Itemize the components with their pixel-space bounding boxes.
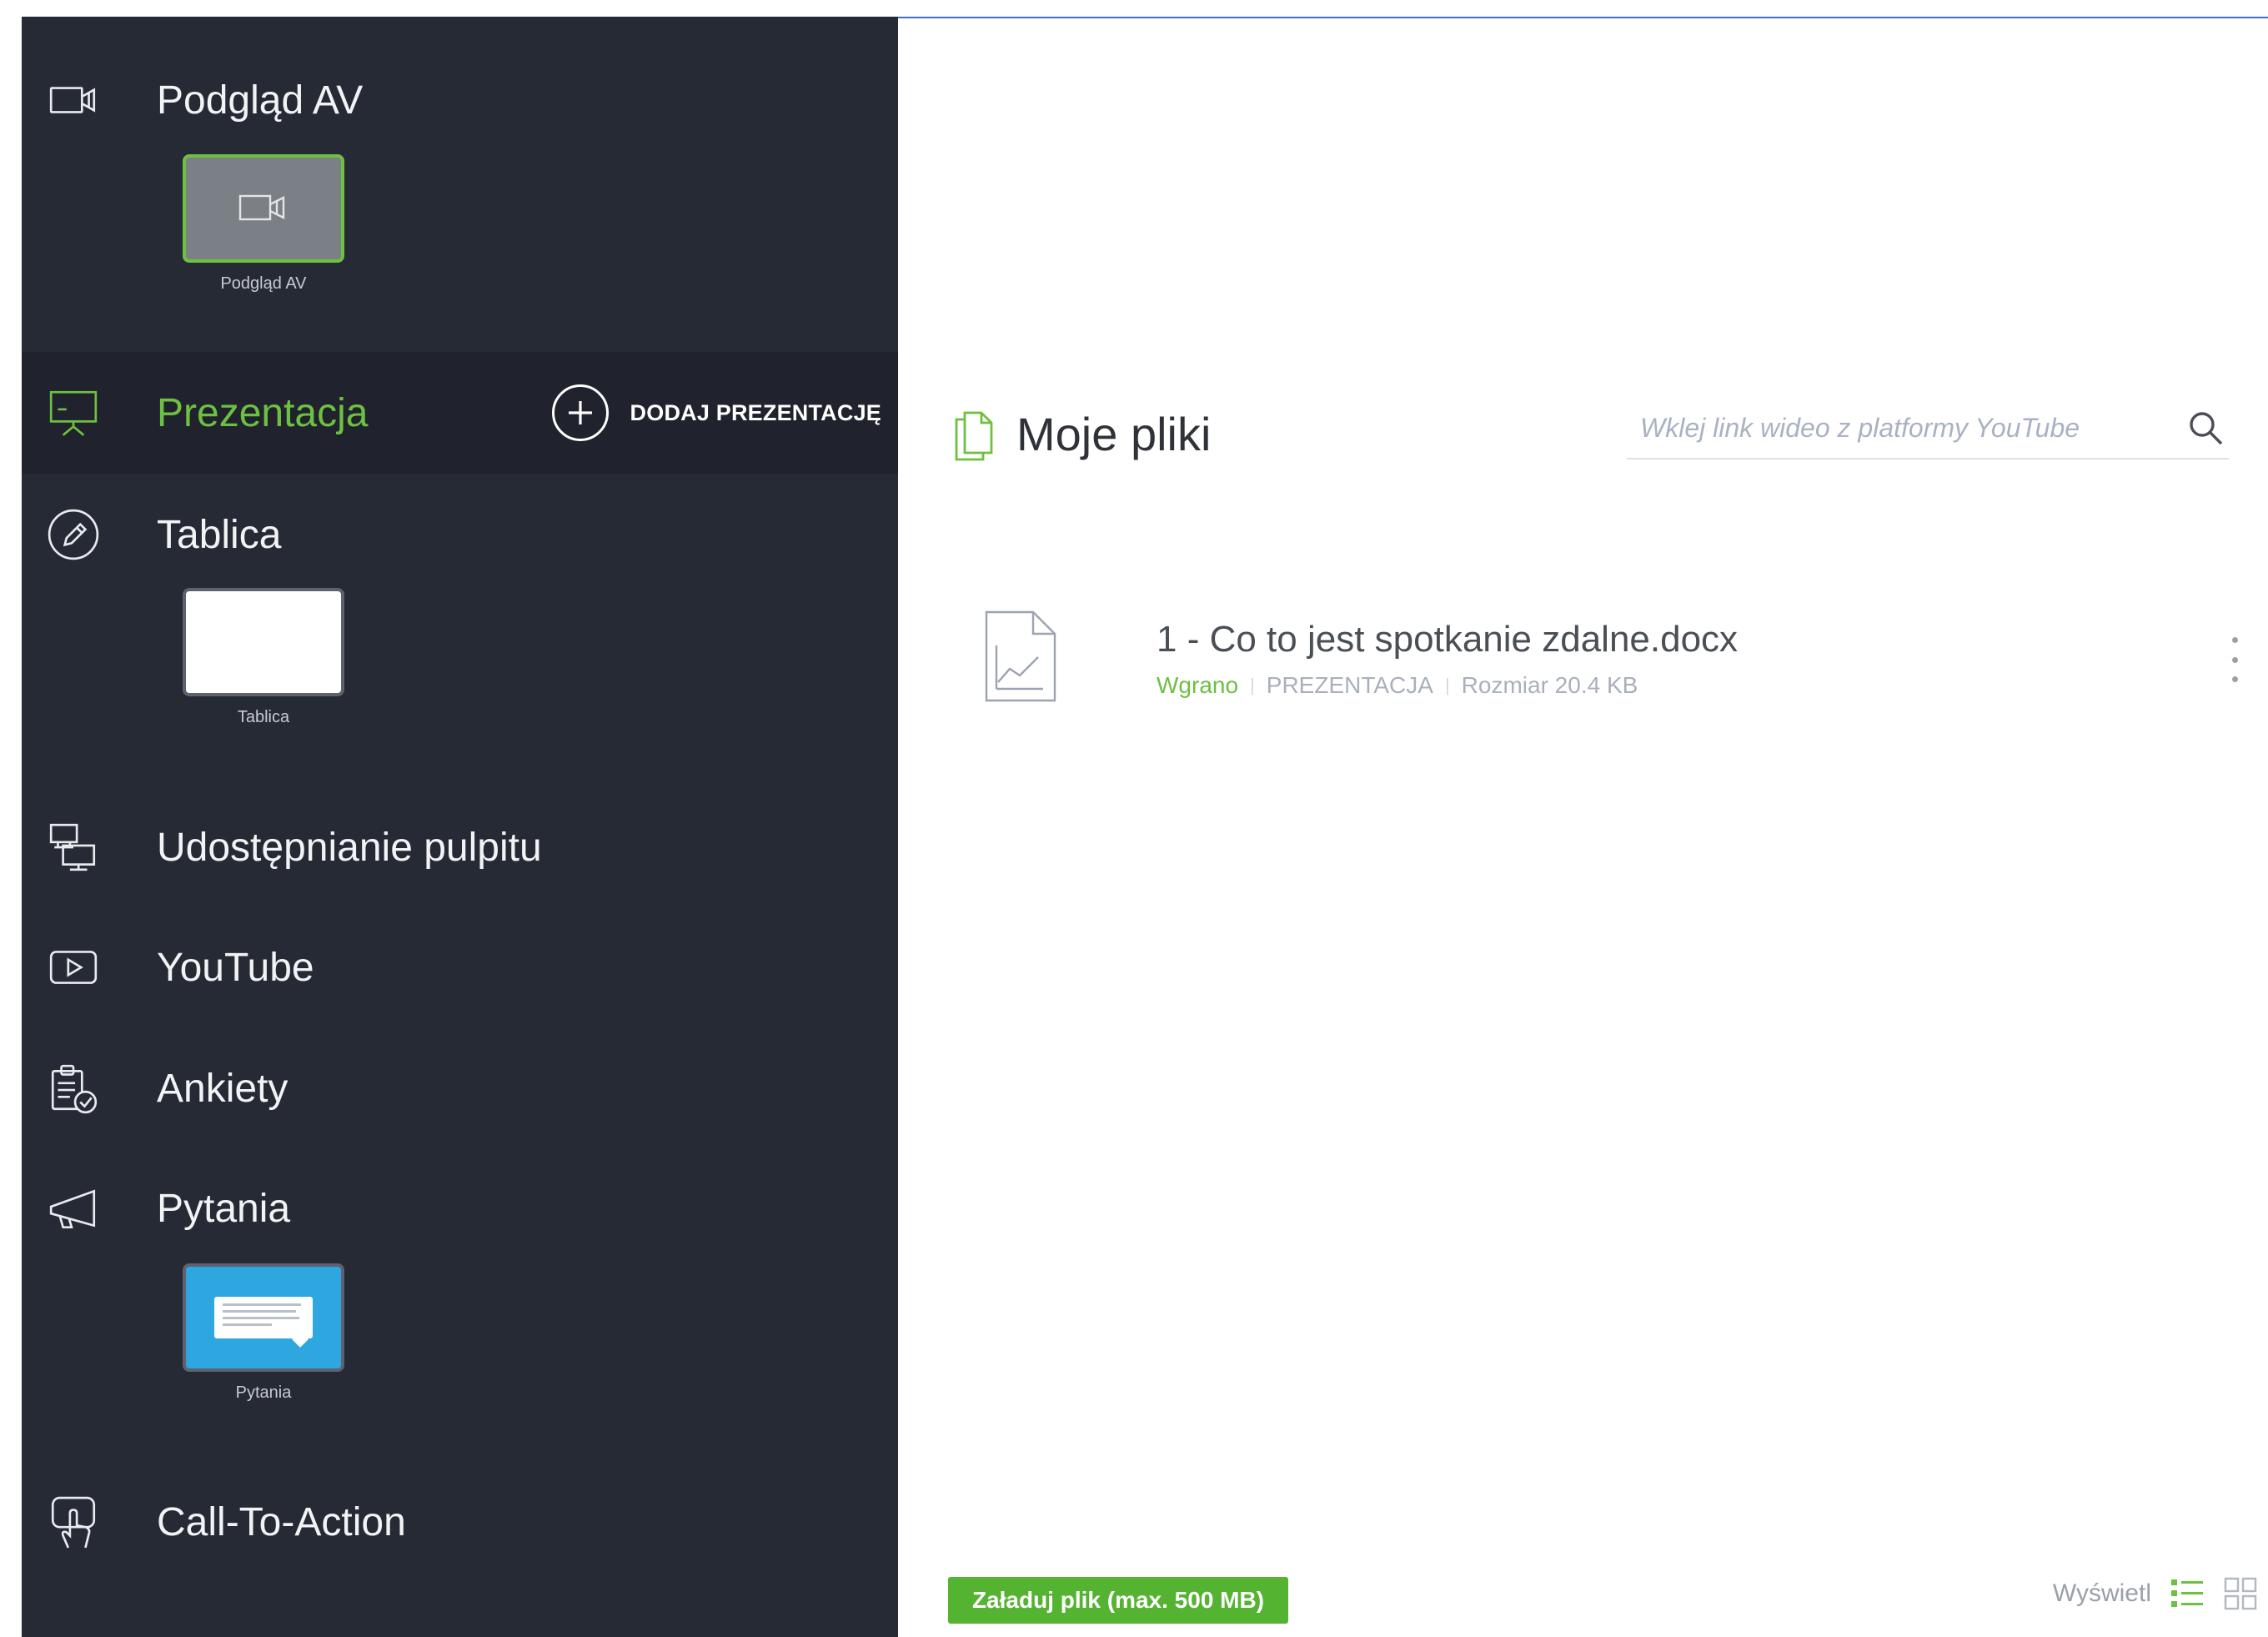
sidebar-item-youtube[interactable]: YouTube [22,906,898,1028]
add-presentation-button[interactable]: DODAJ PREZENTACJĘ [551,384,881,441]
sidebar-item-polls[interactable]: Ankiety [22,1027,898,1149]
view-switcher: Wyświetl [2053,1576,2258,1611]
search-icon[interactable] [2182,404,2229,451]
av-preview-thumbnail[interactable] [183,154,344,263]
sidebar-item-presentation[interactable]: Prezentacja DODAJ PREZENTACJĘ [22,352,898,474]
files-header: Moje pliki [951,406,1211,461]
upload-status: Wgrano [1157,672,1239,698]
thumbnail-label: Podgląd AV [220,274,307,293]
sidebar-item-label: Prezentacja [157,390,369,435]
whiteboard-thumbnail-wrap: Tablica [162,588,365,727]
sidebar-item-label: Tablica [157,512,282,557]
play-icon [45,939,102,996]
sidebar: Podgląd AV Podgląd AV Prezentacja DODAJ … [22,17,898,1637]
sidebar-item-label: Pytania [157,1186,291,1231]
sidebar-item-label: YouTube [157,945,314,990]
sidebar-item-screen-share[interactable]: Udostępnianie pulpitu [22,786,898,908]
list-view-icon[interactable] [2170,1576,2205,1611]
file-list-item[interactable]: 1 - Co to jest spotkanie zdalne.docx Wgr… [951,585,2238,719]
meta-separator: | [1444,675,1450,695]
plus-circle-icon [551,384,609,441]
file-name[interactable]: 1 - Co to jest spotkanie zdalne.docx [1157,619,1738,660]
sidebar-item-label: Podgląd AV [157,78,364,123]
chart-file-icon [985,610,1056,702]
thumbnail-label: Pytania [235,1383,292,1402]
more-options-icon[interactable] [2222,637,2247,682]
page-title: Moje pliki [1016,407,1212,460]
files-panel: Moje pliki 1 - Co to jest spotkanie zdal… [898,17,2268,1637]
questions-thumbnail[interactable] [183,1263,344,1372]
upload-file-button[interactable]: Załaduj plik (max. 500 MB) [948,1577,1288,1624]
clipboard-check-icon [45,1060,102,1117]
sidebar-item-whiteboard[interactable]: Tablica [22,474,898,595]
whiteboard-thumbnail[interactable] [183,588,344,696]
documents-icon [955,411,993,461]
presentation-icon [45,384,102,441]
sidebar-item-label: Udostępnianie pulpitu [157,825,542,870]
desktop-share-icon [45,819,102,876]
youtube-link-input[interactable] [1627,412,2182,444]
grid-view-icon[interactable] [2223,1576,2258,1611]
youtube-link-search [1627,398,2229,459]
file-type: PREZENTACJA [1266,672,1433,698]
questions-thumbnail-wrap: Pytania [162,1263,365,1403]
hand-pointer-icon [45,1494,102,1550]
megaphone-icon [45,1180,102,1237]
sidebar-item-questions[interactable]: Pytania [22,1147,898,1269]
file-meta: Wgrano | PREZENTACJA | Rozmiar 20.4 KB [1157,672,1638,699]
question-card-illustration [214,1297,313,1348]
camera-icon [45,72,102,128]
file-size: Rozmiar 20.4 KB [1461,672,1638,698]
camera-icon [238,194,285,221]
sidebar-item-label: Call-To-Action [157,1499,406,1544]
sidebar-item-av-preview[interactable]: Podgląd AV [22,39,898,161]
thumbnail-label: Tablica [237,708,290,726]
view-label: Wyświetl [2052,1579,2151,1607]
pen-circle-icon [45,506,102,563]
sidebar-item-call-to-action[interactable]: Call-To-Action [22,1461,898,1583]
av-preview-thumbnail-wrap: Podgląd AV [162,154,365,294]
add-presentation-label: DODAJ PREZENTACJĘ [630,399,881,425]
meta-separator: | [1250,675,1255,695]
sidebar-item-label: Ankiety [157,1066,289,1111]
